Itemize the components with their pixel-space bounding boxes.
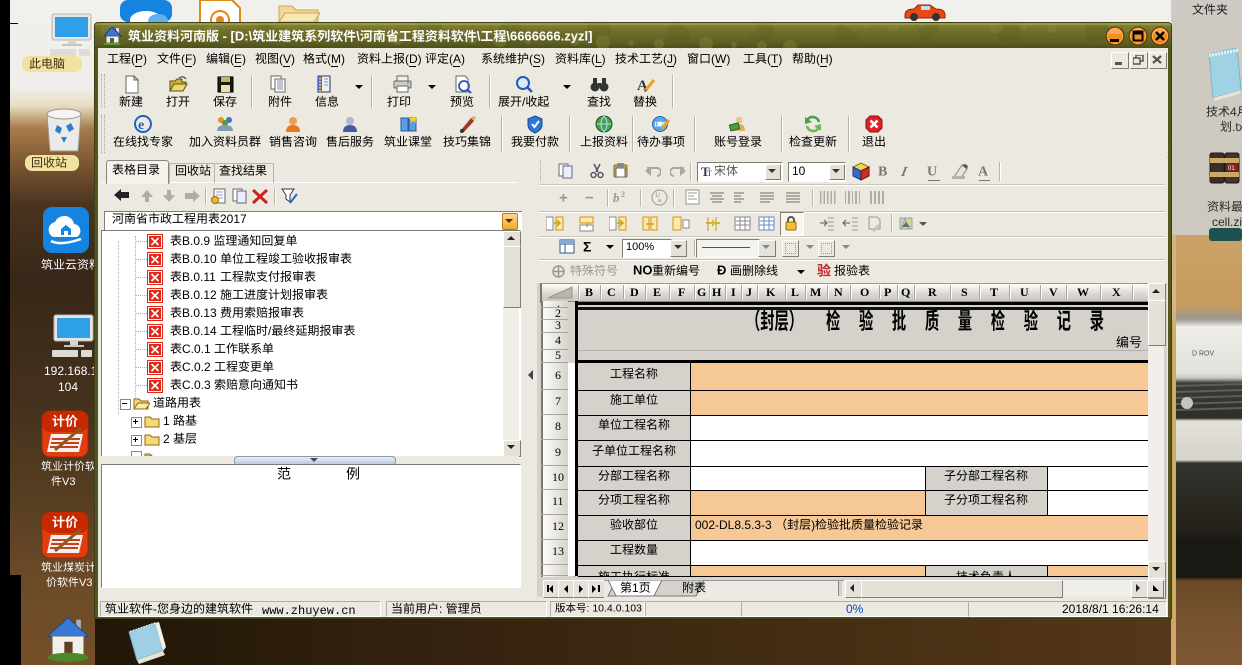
svg-text:5: 5 xyxy=(555,348,561,362)
svg-text:100%: 100% xyxy=(626,241,654,253)
svg-text:V: V xyxy=(1049,285,1058,299)
svg-text:: 10.4.0.103: : 10.4.0.103 xyxy=(587,603,643,615)
svg-text:12: 12 xyxy=(552,519,564,533)
svg-text:+: + xyxy=(559,189,568,206)
svg-text:D: D xyxy=(630,285,639,299)
svg-text:F: F xyxy=(678,285,685,299)
svg-text:A: A xyxy=(978,165,989,180)
svg-text:2: 2 xyxy=(163,432,173,446)
svg-text:4: 4 xyxy=(1230,105,1237,119)
svg-text:B.0.13: B.0.13 xyxy=(182,306,220,320)
svg-text:(M): (M) xyxy=(327,52,345,66)
svg-text:B.0.11: B.0.11 xyxy=(182,270,219,284)
svg-text:b: b xyxy=(613,190,620,204)
svg-text:a: a xyxy=(658,198,662,204)
svg-text:10: 10 xyxy=(552,470,564,484)
svg-text:6: 6 xyxy=(555,368,561,382)
svg-text:2017: 2017 xyxy=(220,212,247,226)
svg-text:V3: V3 xyxy=(62,476,75,488)
svg-text:01: 01 xyxy=(1228,166,1235,172)
svg-text:B.0.12: B.0.12 xyxy=(182,288,220,302)
svg-text:(H): (H) xyxy=(816,52,833,66)
svg-text:8: 8 xyxy=(555,419,561,433)
svg-text:7: 7 xyxy=(555,394,561,408)
svg-text:T: T xyxy=(990,285,998,299)
svg-text:Σ: Σ xyxy=(583,239,591,255)
svg-text:(A): (A) xyxy=(449,52,465,66)
svg-text:M: M xyxy=(810,285,821,299)
svg-text:C: C xyxy=(607,285,616,299)
svg-text:\: \ xyxy=(477,29,481,44)
svg-text:C.0.3: C.0.3 xyxy=(182,378,214,392)
svg-text:(V): (V) xyxy=(279,52,295,66)
svg-text:C.0.1: C.0.1 xyxy=(182,342,214,356)
svg-text:.tx: .tx xyxy=(1232,120,1242,134)
svg-text:D ROV: D ROV xyxy=(1192,351,1215,358)
svg-text:\6666666.zyzl]: \6666666.zyzl] xyxy=(506,29,592,44)
svg-text:B: B xyxy=(878,165,887,180)
svg-text:X: X xyxy=(1112,285,1121,299)
svg-text:U: U xyxy=(1020,285,1029,299)
svg-text::: : xyxy=(439,602,446,616)
svg-text:I: I xyxy=(731,285,736,299)
svg-text:H: H xyxy=(712,285,722,299)
svg-text:L: L xyxy=(791,285,799,299)
svg-text:2018/8/1 16:26:14: 2018/8/1 16:26:14 xyxy=(1062,602,1159,616)
svg-text:e: e xyxy=(138,118,144,133)
svg-text:/: / xyxy=(268,324,272,338)
svg-text:): ) xyxy=(811,518,815,532)
svg-text:B.0.10: B.0.10 xyxy=(182,252,220,266)
svg-text:(S): (S) xyxy=(529,52,545,66)
svg-text:(W): (W) xyxy=(711,52,730,66)
svg-text:K: K xyxy=(766,285,776,299)
svg-text:(P): (P) xyxy=(131,52,147,66)
svg-text:1: 1 xyxy=(163,414,173,428)
svg-text:0%: 0% xyxy=(846,602,864,616)
svg-text:13: 13 xyxy=(552,544,564,558)
svg-text:B: B xyxy=(585,285,593,299)
svg-text:\: \ xyxy=(356,29,360,44)
svg-text:S: S xyxy=(961,285,968,299)
svg-text:104: 104 xyxy=(58,380,78,394)
svg-text:(L): (L) xyxy=(591,52,606,66)
svg-text:R: R xyxy=(928,285,937,299)
svg-text:cell.zi: cell.zi xyxy=(1212,215,1242,229)
svg-text:Đ: Đ xyxy=(717,263,726,278)
svg-text:E: E xyxy=(653,285,661,299)
svg-text:P: P xyxy=(884,285,891,299)
svg-text:(T): (T) xyxy=(767,52,782,66)
svg-text:B.0.9: B.0.9 xyxy=(182,234,213,248)
svg-text:B.0.14: B.0.14 xyxy=(182,324,220,338)
svg-text:T: T xyxy=(707,169,712,177)
svg-text:-: - xyxy=(153,602,157,616)
svg-text:11: 11 xyxy=(552,494,564,508)
svg-text:- [D:\: - [D:\ xyxy=(219,29,253,44)
svg-text:4: 4 xyxy=(555,333,561,347)
svg-text:W: W xyxy=(1077,285,1089,299)
svg-text:N: N xyxy=(834,285,843,299)
svg-text:(F): (F) xyxy=(181,52,196,66)
svg-text:www.zhuyew.cn: www.zhuyew.cn xyxy=(262,604,356,618)
svg-text:/: / xyxy=(522,95,526,109)
svg-text:G: G xyxy=(697,285,706,299)
svg-text:1: 1 xyxy=(632,581,639,595)
svg-text:−: − xyxy=(585,189,594,206)
svg-text:9: 9 xyxy=(555,445,561,459)
svg-text:J: J xyxy=(746,285,752,299)
svg-text:(E): (E) xyxy=(230,52,246,66)
svg-text:10: 10 xyxy=(792,164,806,178)
svg-text:O: O xyxy=(860,285,869,299)
svg-text:3: 3 xyxy=(555,318,561,332)
svg-text:I: I xyxy=(901,164,909,178)
svg-text:Q: Q xyxy=(901,285,910,299)
svg-text:C.0.2: C.0.2 xyxy=(182,360,214,374)
svg-text:NO: NO xyxy=(633,263,653,278)
svg-text:(D): (D) xyxy=(405,52,422,66)
svg-text:002-DL8.5.3-3: 002-DL8.5.3-3 xyxy=(695,518,775,532)
svg-text:2: 2 xyxy=(621,190,625,199)
svg-text:U: U xyxy=(927,165,937,180)
svg-text:(J): (J) xyxy=(663,52,677,66)
svg-text:V3: V3 xyxy=(79,577,92,589)
